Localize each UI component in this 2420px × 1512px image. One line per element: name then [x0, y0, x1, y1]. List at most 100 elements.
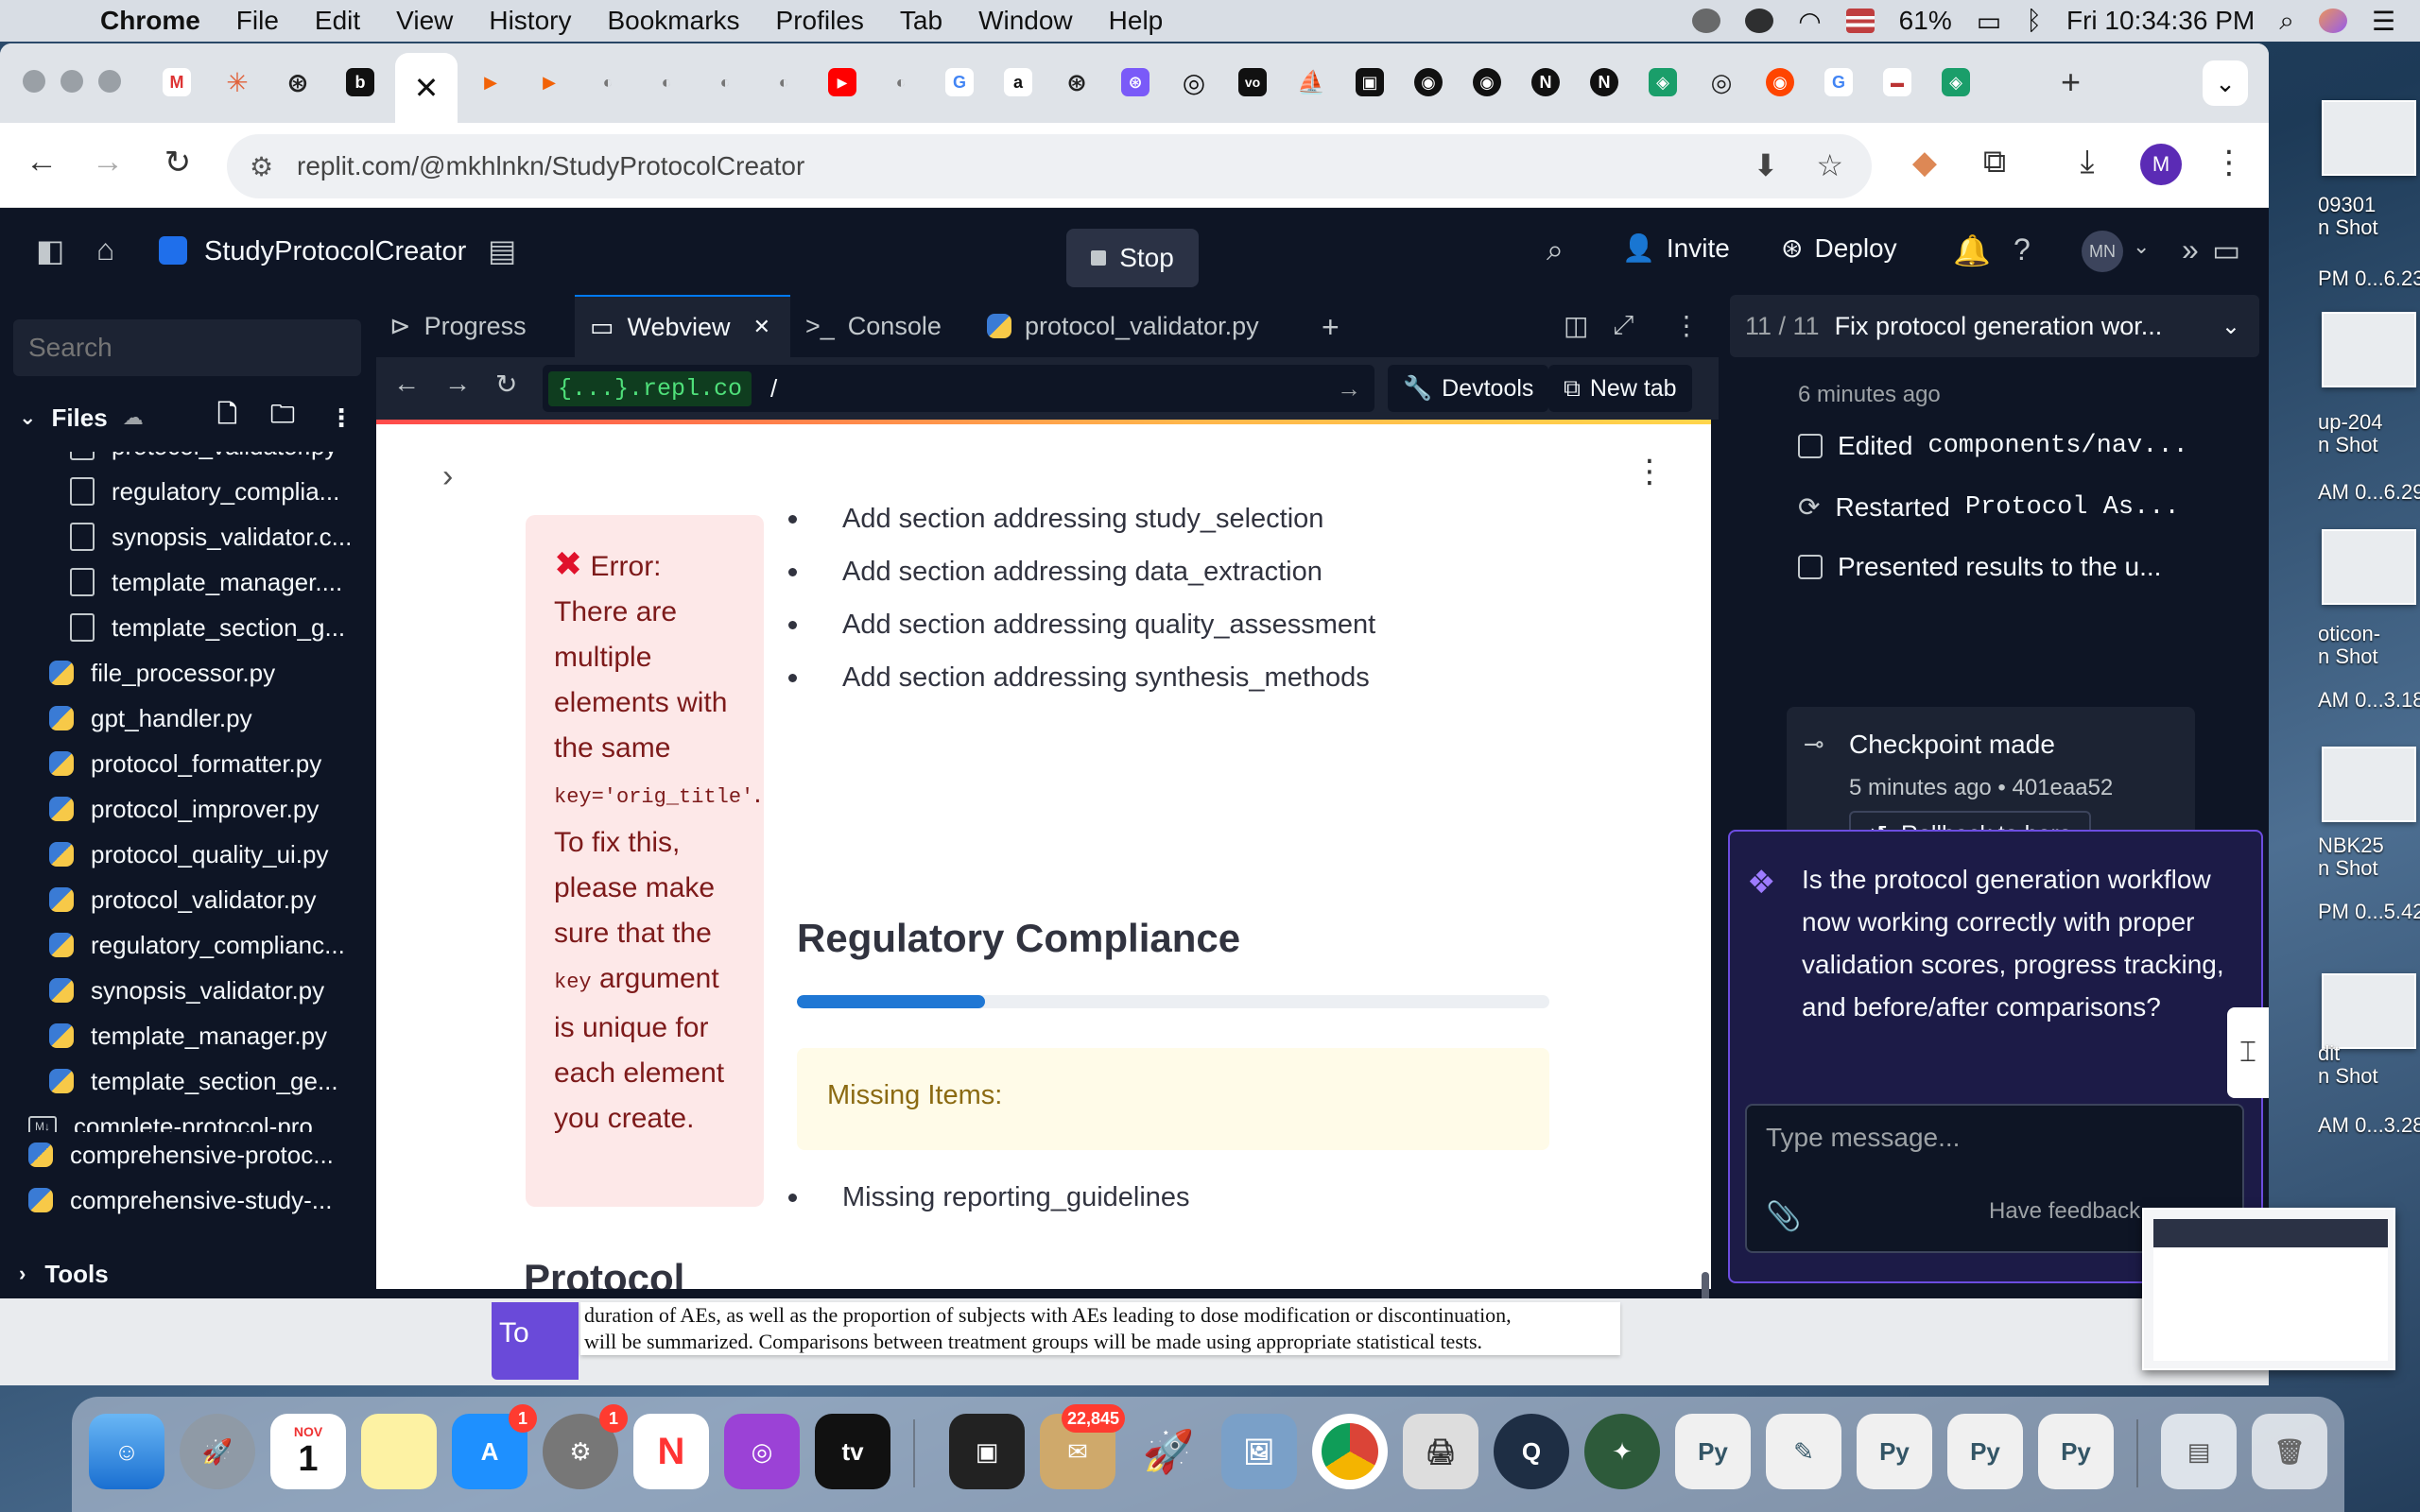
reload-icon[interactable]: ↻: [157, 144, 199, 181]
home-icon[interactable]: ⌂: [96, 232, 114, 267]
agent-action-restart[interactable]: ⟳ Restarted Protocol As...: [1798, 491, 2180, 523]
project-title[interactable]: StudyProtocolCreator: [204, 236, 466, 267]
back-arrow-icon[interactable]: ←: [21, 144, 62, 180]
maximize-pane-icon[interactable]: ⤢: [1613, 310, 1634, 341]
tab-favicon-openai[interactable]: ⊛: [1121, 68, 1150, 96]
tab-close-icon[interactable]: ✕: [414, 70, 440, 106]
bluetooth-icon[interactable]: ᛒ: [2026, 6, 2042, 36]
tab-favicon-google[interactable]: G: [1824, 68, 1853, 96]
siri-icon[interactable]: [2318, 9, 2347, 33]
creative-cloud-icon[interactable]: [1692, 9, 1721, 33]
invite-button[interactable]: 👤 Invite: [1622, 232, 1730, 264]
agent-thread-header[interactable]: 11 / 11 Fix protocol generation wor... ⌄: [1730, 295, 2259, 357]
tab-favicon-circle[interactable]: ◉: [1473, 68, 1501, 96]
file-item[interactable]: M↓ complete-protocol-pro...: [0, 1104, 359, 1132]
tab-favicon-replit[interactable]: ▶: [476, 68, 505, 96]
app-store-icon[interactable]: A1: [452, 1404, 537, 1489]
file-item[interactable]: template_section_ge...: [0, 1058, 359, 1104]
preview-photos-icon[interactable]: 🖼: [1221, 1414, 1297, 1489]
trash-icon[interactable]: 🗑: [2252, 1414, 2327, 1489]
cloud-download-icon[interactable]: [1745, 9, 1774, 33]
deploy-button[interactable]: ⊛ Deploy: [1781, 232, 1897, 264]
downloads-icon[interactable]: ⤓: [2066, 144, 2108, 180]
collapse-panel-icon[interactable]: »: [2182, 232, 2199, 267]
tab-progress[interactable]: ⊳ Progress: [389, 295, 575, 357]
webview-url-input[interactable]: {...}.repl.co / →: [543, 365, 1374, 412]
stop-button[interactable]: Stop: [1066, 229, 1199, 287]
file-item[interactable]: template_manager....: [0, 559, 359, 605]
webview-forward-icon[interactable]: →: [444, 369, 471, 399]
tab-favicon-shield[interactable]: ◈: [1942, 68, 1970, 96]
files-chevron-down-icon[interactable]: ⌄: [19, 405, 36, 430]
file-item[interactable]: file_processor.py: [0, 650, 359, 696]
new-chat-icon[interactable]: ▭: [2212, 232, 2240, 268]
tab-favicon-globe[interactable]: ◐: [594, 68, 622, 96]
tab-favicon-globe[interactable]: ◐: [711, 68, 739, 96]
tab-favicon-google[interactable]: G: [945, 68, 974, 96]
forward-arrow-icon[interactable]: →: [87, 144, 129, 180]
window-zoom-button[interactable]: [98, 70, 121, 93]
help-icon[interactable]: ?: [2014, 232, 2031, 267]
file-item[interactable]: regulatory_complianc...: [0, 922, 359, 968]
tab-favicon-square[interactable]: ▣: [1356, 68, 1384, 96]
pane-menu-kebab-icon[interactable]: ⋮: [1673, 310, 1700, 341]
desktop-file-thumbnail[interactable]: [2322, 747, 2416, 822]
add-tab-plus-icon[interactable]: +: [1322, 310, 1340, 345]
new-tab-plus-icon[interactable]: +: [2061, 62, 2081, 102]
go-arrow-icon[interactable]: →: [1337, 374, 1361, 404]
system-settings-gear-icon[interactable]: ⚙ 1: [543, 1404, 628, 1489]
file-item[interactable]: regulatory_complia...: [0, 469, 359, 514]
copilot-extension-icon[interactable]: ◆: [1904, 144, 1945, 181]
sidebar-expand-chevron-icon[interactable]: ›: [442, 458, 453, 495]
news-icon[interactable]: N: [633, 1414, 709, 1489]
avatar-chevron-down-icon[interactable]: ⌄: [2133, 234, 2150, 259]
active-tab[interactable]: ✕: [395, 53, 458, 123]
file-item[interactable]: template_manager.py: [0, 1013, 359, 1058]
tab-favicon-v0[interactable]: vo: [1238, 68, 1267, 96]
chevron-down-icon[interactable]: ⌄: [2221, 313, 2240, 340]
webview-reload-icon[interactable]: ↻: [495, 369, 517, 400]
file-item[interactable]: gpt_handler.py: [0, 696, 359, 741]
install-app-icon[interactable]: ⬇: [1754, 147, 1779, 183]
bookmark-star-icon[interactable]: ☆: [1816, 147, 1843, 183]
webview-path[interactable]: /: [770, 374, 777, 404]
us-flag-icon[interactable]: [1845, 9, 1875, 33]
menu-profiles[interactable]: Profiles: [776, 6, 864, 36]
tab-favicon-globe[interactable]: ◐: [887, 68, 915, 96]
cube-app-icon[interactable]: ▣: [949, 1414, 1025, 1489]
menu-bookmarks[interactable]: Bookmarks: [607, 6, 739, 36]
tab-favicon-claude[interactable]: ✳: [223, 68, 251, 97]
tab-favicon-gmail[interactable]: M: [163, 68, 191, 96]
menu-file[interactable]: File: [236, 6, 279, 36]
user-avatar[interactable]: MN: [2082, 231, 2123, 272]
files-menu-kebab-icon[interactable]: ⋮: [329, 404, 354, 433]
desktop-file-thumbnail[interactable]: [2322, 529, 2416, 605]
downloads-stack-icon[interactable]: ▤: [2161, 1414, 2237, 1489]
sidebar-search-input[interactable]: [13, 319, 361, 376]
menu-history[interactable]: History: [489, 6, 571, 36]
file-item[interactable]: protocol_validator.py: [0, 452, 359, 469]
python-launcher-icon[interactable]: Py: [1947, 1414, 2023, 1489]
python-launcher-icon[interactable]: Py: [2038, 1414, 2114, 1489]
file-item[interactable]: protocol_formatter.py: [0, 741, 359, 786]
printer-icon[interactable]: 🖨: [1403, 1414, 1478, 1489]
battery-percent[interactable]: 61%: [1899, 6, 1952, 36]
menu-view[interactable]: View: [396, 6, 453, 36]
sidebar-toggle-icon[interactable]: ◧: [36, 232, 64, 268]
files-header[interactable]: ⌄ Files ☁ 🗋 🗀 ⋮: [0, 389, 369, 446]
menu-help[interactable]: Help: [1109, 6, 1164, 36]
webview-back-icon[interactable]: ←: [393, 369, 420, 399]
window-close-button[interactable]: [23, 70, 45, 93]
tab-favicon-circle[interactable]: ◉: [1414, 68, 1443, 96]
spotlight-search-icon[interactable]: ⌕: [2279, 6, 2294, 37]
desktop-file-thumbnail[interactable]: [2322, 973, 2416, 1049]
profile-avatar[interactable]: M: [2140, 144, 2182, 185]
paperclip-attach-icon[interactable]: 📎: [1766, 1200, 1801, 1233]
split-pane-icon[interactable]: ◫: [1564, 310, 1588, 341]
project-info-icon[interactable]: ▤: [488, 232, 516, 268]
control-center-icon[interactable]: ☰: [2372, 6, 2395, 37]
tab-favicon-site[interactable]: ▬: [1883, 68, 1911, 96]
notes-icon[interactable]: [361, 1414, 437, 1489]
app-menu-kebab-icon[interactable]: ⋮: [1634, 453, 1666, 490]
file-item[interactable]: comprehensive-protoc...: [0, 1132, 359, 1177]
